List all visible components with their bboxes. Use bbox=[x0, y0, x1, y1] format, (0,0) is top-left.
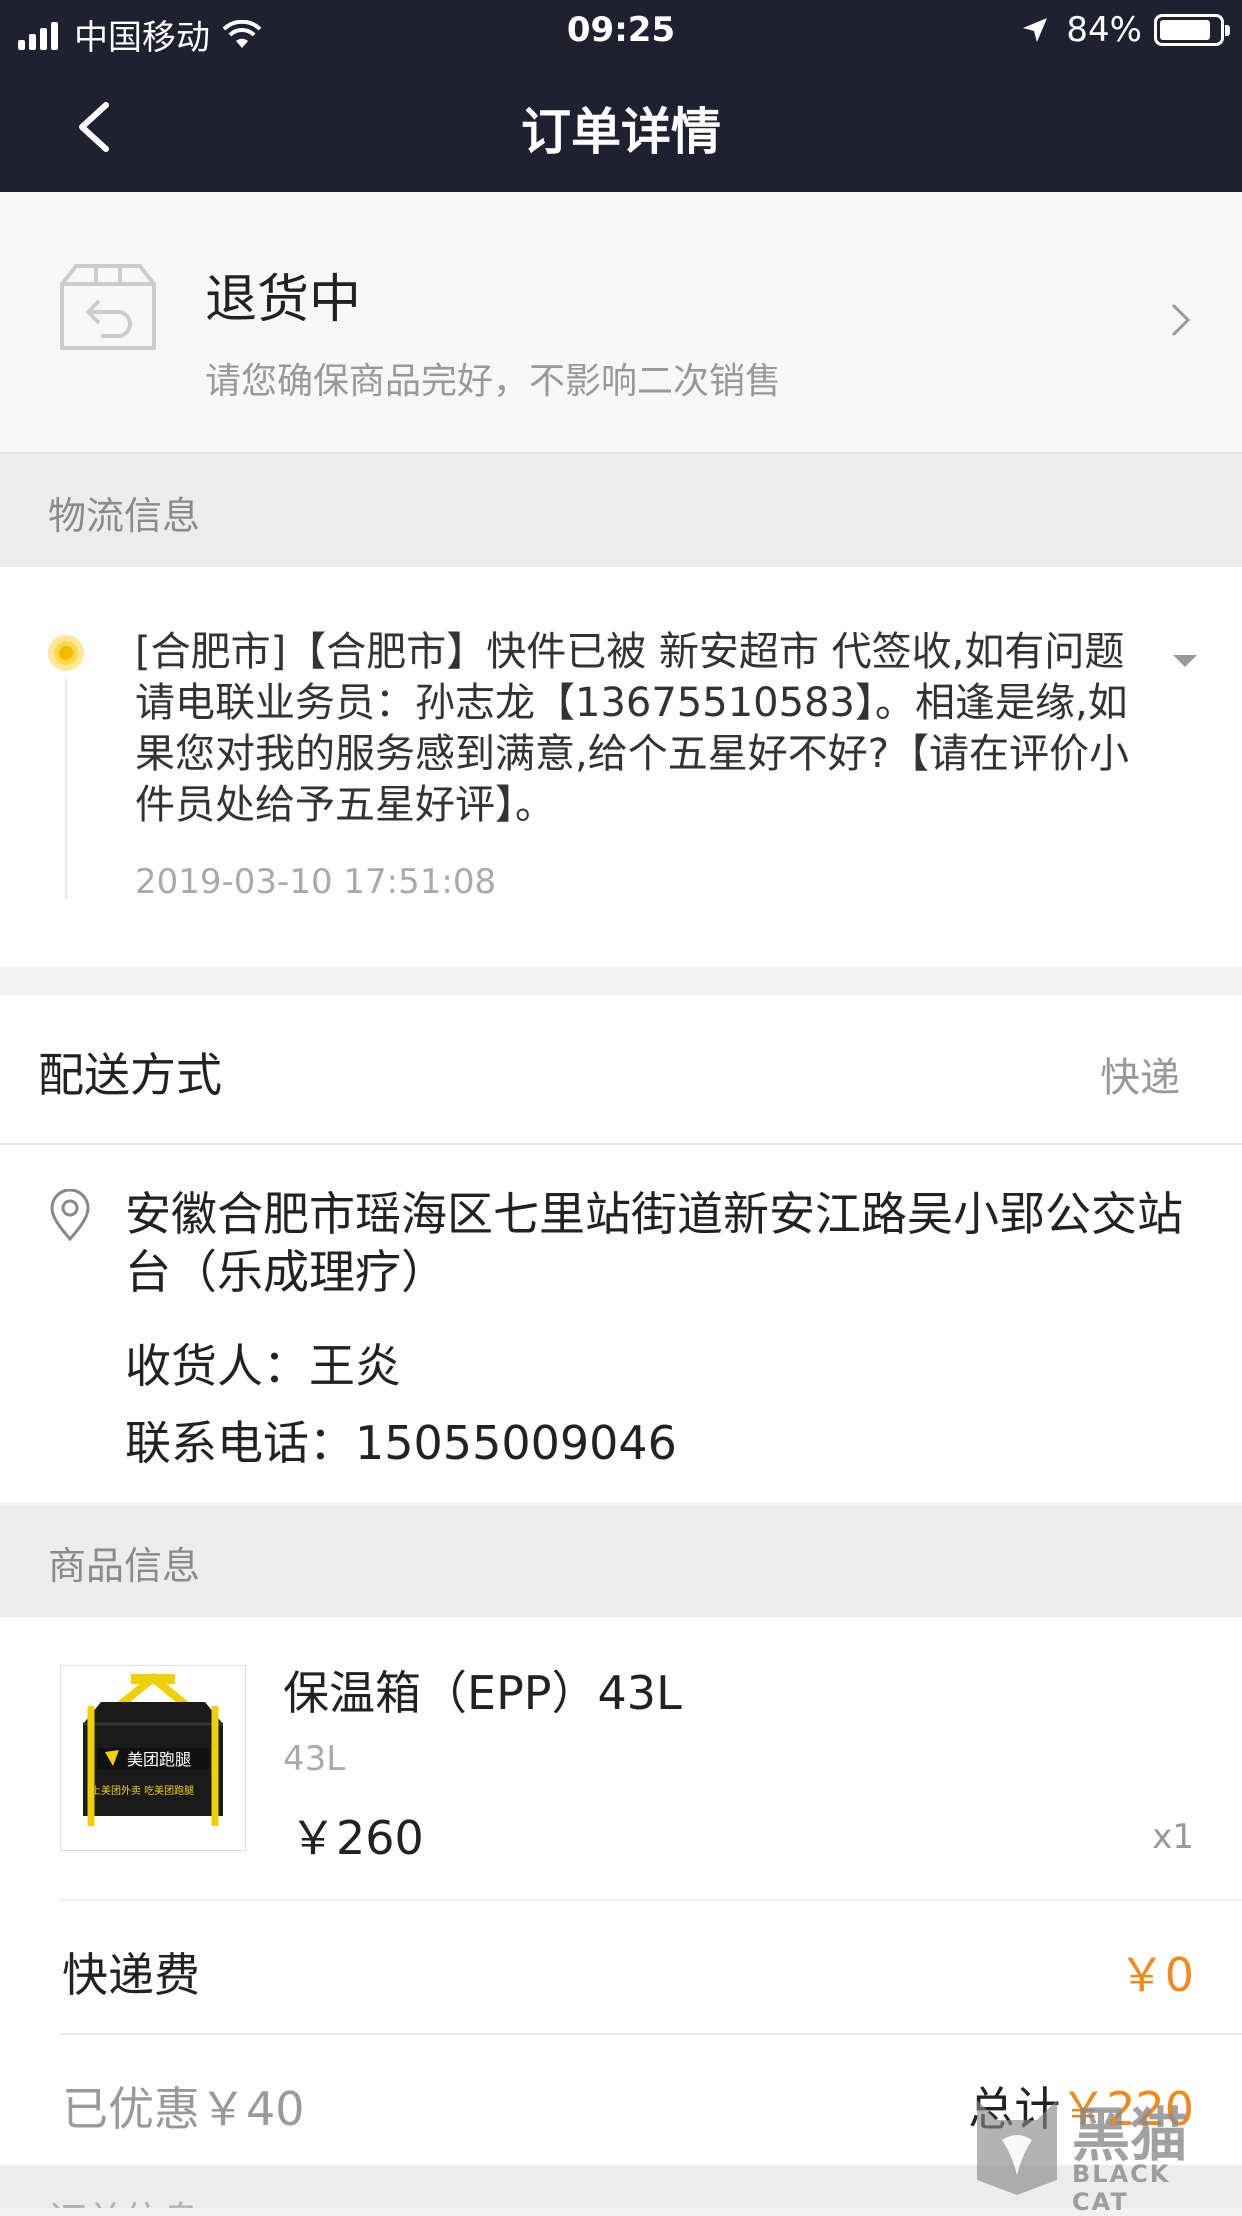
shipping-fee-row: 快递费 ￥0 bbox=[0, 1899, 1242, 2033]
product-item[interactable]: 美团跑腿 上美团外卖 吃美团跑腿 保温箱（EPP）43L 43L ￥260 x1 bbox=[0, 1617, 1242, 1899]
logistics-card[interactable]: [合肥市]【合肥市】快件已被 新安超市 代签收,如有问题请电联业务员：孙志龙【1… bbox=[0, 567, 1242, 967]
shipping-fee-label: 快递费 bbox=[62, 1948, 200, 2002]
shipping-fee-value: ￥0 bbox=[1118, 1948, 1194, 2002]
divider bbox=[60, 2033, 1242, 2035]
product-image-brand: 美团跑腿 bbox=[127, 1750, 191, 1769]
page-title: 订单详情 bbox=[521, 103, 721, 161]
black-cat-watermark-logo: 黑猫 BLACK CAT bbox=[962, 2080, 1232, 2216]
receiver-name: 收货人：王炎 bbox=[125, 1339, 401, 1393]
product-price: ￥260 bbox=[290, 1811, 424, 1865]
timeline-dot-icon bbox=[48, 635, 84, 671]
cat-logo-icon bbox=[977, 2100, 1057, 2195]
product-header-label: 商品信息 bbox=[48, 1544, 201, 1588]
product-spec: 43L bbox=[283, 1739, 346, 1779]
logistics-time: 2019-03-10 17:51:08 bbox=[135, 862, 497, 902]
return-status-subtitle: 请您确保商品完好，不影响二次销售 bbox=[205, 361, 782, 402]
chevron-right-icon bbox=[1172, 304, 1191, 336]
battery-percent: 84% bbox=[1066, 10, 1142, 50]
location-arrow-icon bbox=[1023, 18, 1048, 42]
status-bar: 中国移动 09:25 84% bbox=[0, 0, 1242, 62]
logistics-section-header: 物流信息 bbox=[0, 455, 1242, 567]
expand-caret-icon[interactable] bbox=[1173, 655, 1197, 667]
product-thumbnail[interactable]: 美团跑腿 上美团外卖 吃美团跑腿 bbox=[60, 1665, 246, 1851]
product-name: 保温箱（EPP）43L bbox=[283, 1666, 682, 1720]
product-image-slogan: 上美团外卖 吃美团跑腿 bbox=[91, 1784, 194, 1797]
product-quantity: x1 bbox=[1152, 1817, 1194, 1857]
location-pin-icon bbox=[50, 1189, 90, 1241]
timeline-line bbox=[65, 679, 67, 899]
logistics-message: [合肥市]【合肥市】快件已被 新安超市 代签收,如有问题请电联业务员：孙志龙【1… bbox=[135, 629, 1129, 828]
nav-bar: 订单详情 bbox=[0, 62, 1242, 192]
battery-icon bbox=[1154, 14, 1230, 46]
product-section-header: 商品信息 bbox=[0, 1505, 1242, 1617]
divider bbox=[60, 1899, 1242, 1901]
receiver-phone: 联系电话：15055009046 bbox=[125, 1416, 677, 1470]
return-status-title: 退货中 bbox=[205, 270, 362, 330]
delivery-method-row: 配送方式 快递 bbox=[0, 995, 1242, 1145]
return-box-icon bbox=[60, 264, 156, 350]
delivery-address: 安徽合肥市瑶海区七里站街道新安江路吴小郢公交站台（乐成理疗） bbox=[125, 1187, 1183, 1299]
delivery-method-label: 配送方式 bbox=[38, 1048, 222, 1102]
insulated-box-image: 美团跑腿 上美团外卖 吃美团跑腿 bbox=[61, 1666, 245, 1850]
return-status-card[interactable]: 退货中 请您确保商品完好，不影响二次销售 bbox=[0, 192, 1242, 454]
logistics-header-label: 物流信息 bbox=[48, 494, 201, 538]
order-info-header-label: 订单信息 bbox=[48, 2190, 200, 2208]
discount-amount: 已优惠￥40 bbox=[62, 2082, 305, 2136]
delivery-method-value: 快递 bbox=[1100, 1055, 1180, 1101]
address-block: 安徽合肥市瑶海区七里站街道新安江路吴小郢公交站台（乐成理疗） 收货人：王炎 联系… bbox=[0, 1145, 1242, 1502]
